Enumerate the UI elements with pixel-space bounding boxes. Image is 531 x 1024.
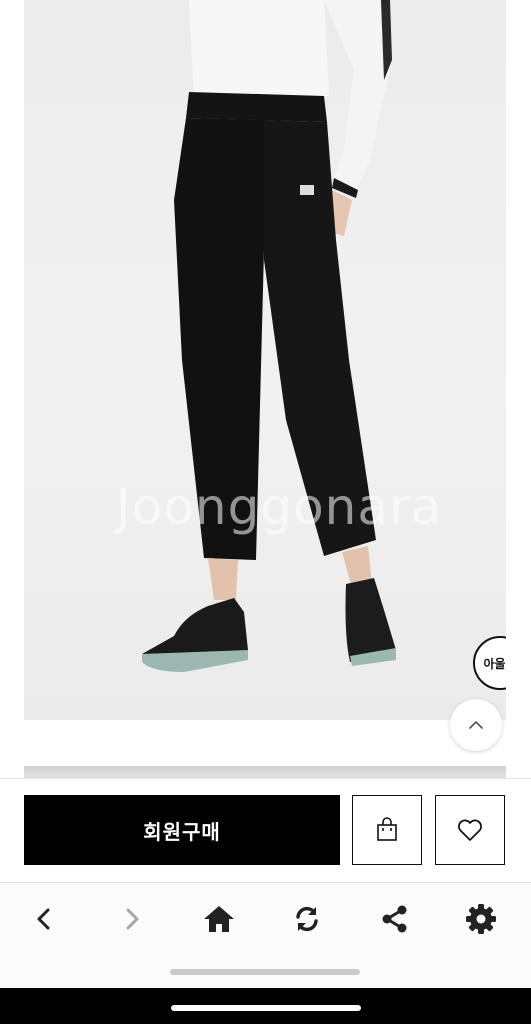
- home-gesture-handle[interactable]: [171, 1005, 361, 1011]
- settings-button[interactable]: [459, 897, 503, 941]
- app-screen: Joonggonara 아울렛 회원구매: [0, 0, 531, 1024]
- waistband: [186, 92, 327, 122]
- share-button[interactable]: [372, 897, 416, 941]
- content-divider: [24, 766, 506, 778]
- cart-button[interactable]: [352, 795, 422, 865]
- gear-icon: [466, 904, 496, 934]
- back-button[interactable]: [22, 897, 66, 941]
- refresh-icon: [296, 906, 318, 932]
- shopping-bag-icon: [377, 817, 397, 841]
- browser-toolbar: [0, 882, 531, 988]
- browser-scroll-indicator: [170, 969, 360, 975]
- heart-icon: [458, 819, 482, 841]
- scroll-top-button[interactable]: [450, 699, 502, 751]
- wishlist-button[interactable]: [435, 795, 505, 865]
- home-icon: [204, 906, 234, 932]
- forward-button[interactable]: [110, 897, 154, 941]
- watermark-text: Joonggonara: [116, 478, 443, 536]
- member-buy-button[interactable]: 회원구매: [24, 795, 340, 865]
- purchase-bar: 회원구매: [0, 778, 531, 882]
- sleeve: [324, 0, 392, 195]
- refresh-button[interactable]: [285, 897, 329, 941]
- home-button[interactable]: [197, 897, 241, 941]
- product-photo: [142, 0, 396, 672]
- system-navigation-bar: [0, 988, 531, 1024]
- white-top: [189, 0, 329, 98]
- chevron-left-icon: [37, 908, 50, 930]
- chevron-right-icon: [126, 908, 139, 930]
- share-icon: [382, 905, 407, 933]
- chevron-up-icon: [469, 721, 483, 729]
- product-image[interactable]: Joonggonara 아울렛: [24, 0, 506, 720]
